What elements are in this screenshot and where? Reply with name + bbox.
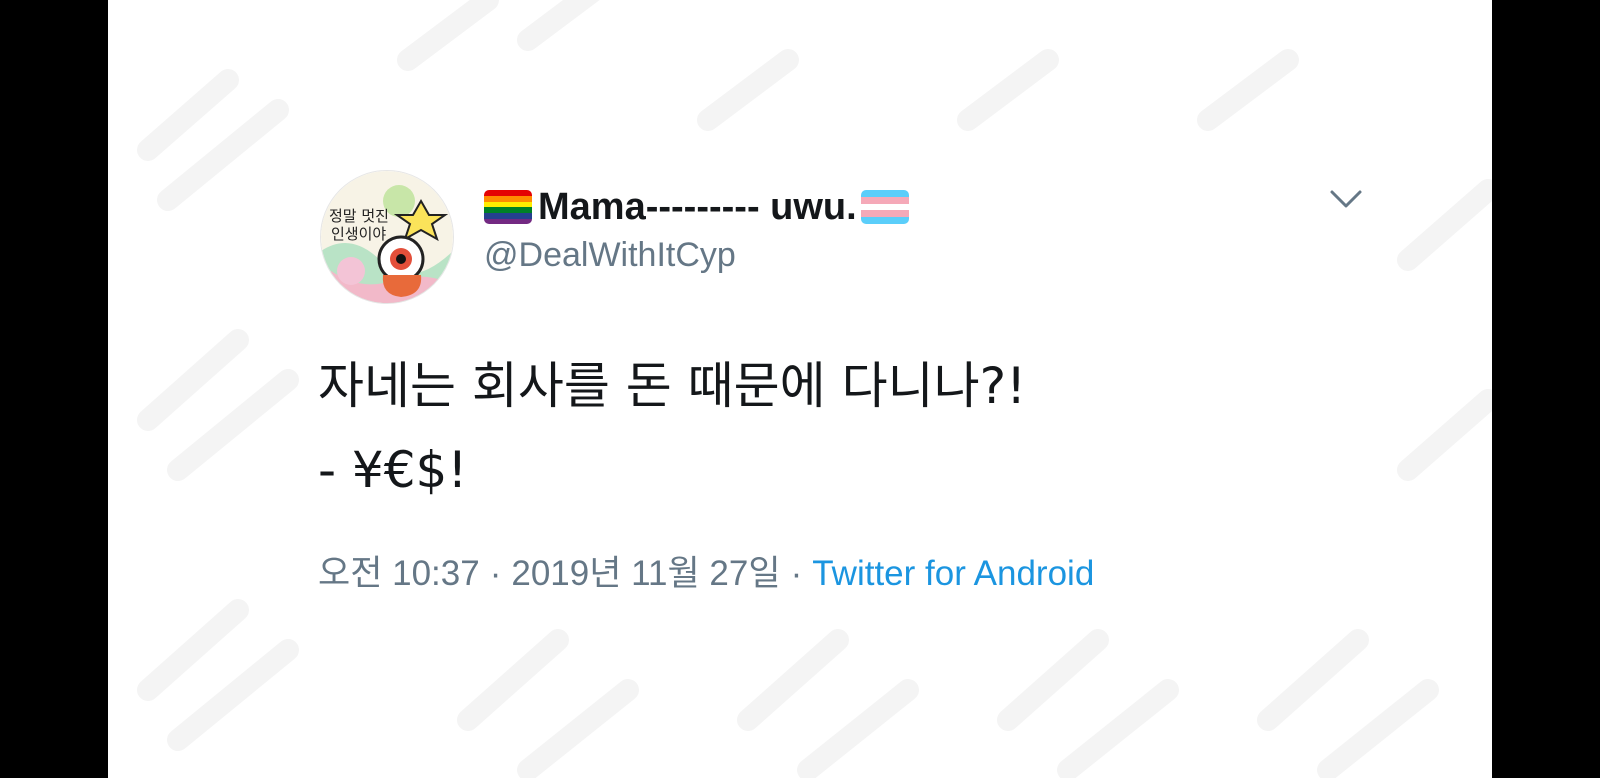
- avatar-image: 정말 멋진 인생이야: [321, 171, 453, 303]
- screen-frame: 정말 멋진 인생이야 Mama--------- uwu. @DealWithI…: [0, 0, 1600, 778]
- avatar-text-top: 정말 멋진: [329, 207, 389, 225]
- rainbow-flag-icon: [484, 190, 532, 224]
- user-handle[interactable]: @DealWithItCyp: [484, 236, 736, 275]
- author-name-row[interactable]: Mama--------- uwu.: [484, 183, 909, 231]
- avatar-text-bottom: 인생이야: [331, 225, 386, 243]
- chevron-down-icon[interactable]: [1326, 182, 1366, 214]
- tweet-date[interactable]: 2019년 11월 27일: [511, 554, 780, 593]
- tweet-text: 자네는 회사를 돈 때문에 다니나?! - ¥€$!: [318, 344, 1026, 512]
- tweet-card: 정말 멋진 인생이야 Mama--------- uwu. @DealWithI…: [108, 0, 1492, 778]
- tweet-text-line: 자네는 회사를 돈 때문에 다니나?!: [318, 357, 1027, 415]
- separator: ·: [489, 554, 502, 593]
- transgender-flag-icon: [860, 190, 909, 224]
- separator: ·: [790, 554, 803, 593]
- tweet-metadata: 오전 10:37 · 2019년 11월 27일 · Twitter for Andro…: [318, 545, 1094, 596]
- display-name[interactable]: Mama--------- uwu.: [538, 186, 857, 229]
- tweet-text-line: - ¥€$!: [318, 441, 468, 499]
- avatar[interactable]: 정말 멋진 인생이야: [320, 170, 454, 304]
- tweet-time[interactable]: 오전 10:37: [318, 554, 480, 593]
- tweet-source-link[interactable]: Twitter for Android: [812, 554, 1094, 593]
